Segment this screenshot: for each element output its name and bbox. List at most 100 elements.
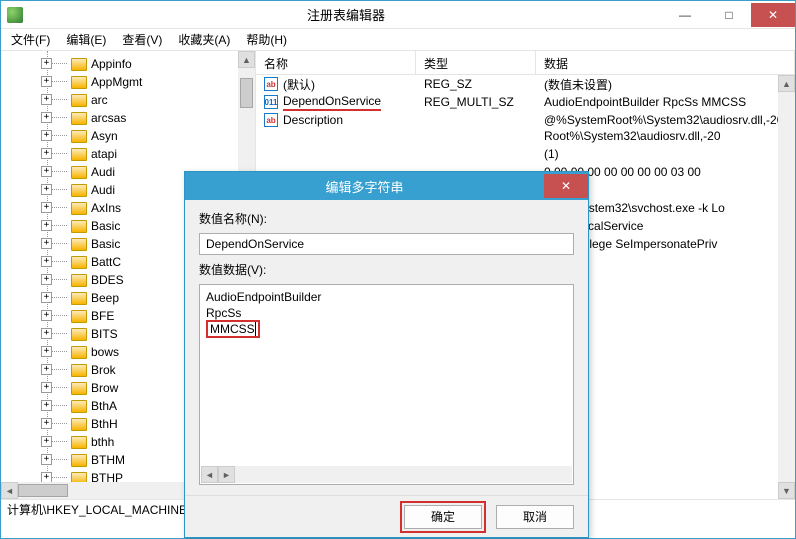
tree-item-label: Basic (91, 237, 120, 251)
folder-icon (71, 166, 87, 179)
expand-icon[interactable]: + (41, 112, 52, 123)
cancel-button[interactable]: 取消 (496, 505, 574, 529)
expand-icon[interactable]: + (41, 148, 52, 159)
list-vscroll[interactable]: ▲ ▼ (778, 75, 795, 499)
dialog-titlebar[interactable]: 编辑多字符串 ✕ (185, 172, 588, 200)
tree-item-label: Basic (91, 219, 120, 233)
scroll-up-icon[interactable]: ▲ (778, 75, 795, 92)
folder-icon (71, 274, 87, 287)
tree-item[interactable]: +Appinfo (71, 55, 255, 73)
value-data-textarea[interactable]: AudioEndpointBuilder RpcSs MMCSS ◄ ► (199, 284, 574, 485)
expand-icon[interactable]: + (41, 400, 52, 411)
value-data: AudioEndpointBuilder RpcSs MMCSS (536, 95, 795, 109)
value-type: REG_MULTI_SZ (416, 95, 536, 109)
expand-icon[interactable]: + (41, 76, 52, 87)
tree-item-label: bows (91, 345, 119, 359)
expand-icon[interactable]: + (41, 382, 52, 393)
menu-view[interactable]: 查看(V) (122, 31, 162, 48)
value-name-label: 数值名称(N): (199, 210, 574, 227)
scroll-right-icon[interactable]: ► (218, 466, 235, 483)
close-button[interactable]: ✕ (751, 3, 795, 27)
list-header: 名称 类型 数据 (256, 51, 795, 75)
value-name: DependOnService (283, 94, 381, 111)
expand-icon[interactable]: + (41, 238, 52, 249)
tree-item[interactable]: +atapi (71, 145, 255, 163)
tree-item-label: atapi (91, 147, 117, 161)
folder-icon (71, 418, 87, 431)
list-row[interactable]: 011DependOnServiceREG_MULTI_SZAudioEndpo… (256, 93, 795, 111)
list-row[interactable]: abDescription@%SystemRoot%\System32\audi… (256, 111, 795, 129)
folder-icon (71, 256, 87, 269)
scroll-left-icon[interactable]: ◄ (1, 482, 18, 499)
folder-icon (71, 94, 87, 107)
folder-icon (71, 76, 87, 89)
expand-icon[interactable]: + (41, 364, 52, 375)
tree-item[interactable]: +arc (71, 91, 255, 109)
textarea-hscroll[interactable]: ◄ ► (201, 466, 572, 483)
tree-item-label: BTHM (91, 453, 125, 467)
folder-icon (71, 184, 87, 197)
value-type: REG_SZ (416, 77, 536, 91)
value-data-fragment: Root%\System32\audiosrv.dll,-20 (544, 129, 795, 147)
dialog-title: 编辑多字符串 (185, 177, 544, 196)
minimize-button[interactable]: — (663, 3, 707, 27)
expand-icon[interactable]: + (41, 436, 52, 447)
tree-item-label: BITS (91, 327, 118, 341)
scroll-down-icon[interactable]: ▼ (778, 482, 795, 499)
data-line: RpcSs (206, 306, 241, 320)
maximize-button[interactable]: □ (707, 3, 751, 27)
expand-icon[interactable]: + (41, 256, 52, 267)
expand-icon[interactable]: + (41, 328, 52, 339)
expand-icon[interactable]: + (41, 292, 52, 303)
scroll-left-icon[interactable]: ◄ (201, 466, 218, 483)
edit-multistring-dialog: 编辑多字符串 ✕ 数值名称(N): 数值数据(V): AudioEndpoint… (184, 171, 589, 538)
tree-item[interactable]: +Asyn (71, 127, 255, 145)
expand-icon[interactable]: + (41, 202, 52, 213)
menu-favorites[interactable]: 收藏夹(A) (178, 31, 230, 48)
value-data-label: 数值数据(V): (199, 261, 574, 278)
expand-icon[interactable]: + (41, 58, 52, 69)
menubar: 文件(F) 编辑(E) 查看(V) 收藏夹(A) 帮助(H) (1, 29, 795, 51)
ok-button[interactable]: 确定 (404, 505, 482, 529)
expand-icon[interactable]: + (41, 418, 52, 429)
tree-item-label: Beep (91, 291, 119, 305)
tree-item-label: AppMgmt (91, 75, 142, 89)
folder-icon (71, 202, 87, 215)
expand-icon[interactable]: + (41, 310, 52, 321)
expand-icon[interactable]: + (41, 184, 52, 195)
folder-icon (71, 310, 87, 323)
scroll-thumb-h[interactable] (18, 484, 68, 497)
tree-item-label: Brok (91, 363, 116, 377)
folder-icon (71, 382, 87, 395)
list-row[interactable]: ab(默认)REG_SZ(数值未设置) (256, 75, 795, 93)
tree-item[interactable]: +AppMgmt (71, 73, 255, 91)
expand-icon[interactable]: + (41, 454, 52, 465)
tree-item[interactable]: +arcsas (71, 109, 255, 127)
folder-icon (71, 364, 87, 377)
folder-icon (71, 238, 87, 251)
col-header-data[interactable]: 数据 (536, 51, 795, 74)
expand-icon[interactable]: + (41, 274, 52, 285)
folder-icon (71, 112, 87, 125)
col-header-type[interactable]: 类型 (416, 51, 536, 74)
expand-icon[interactable]: + (41, 130, 52, 141)
tree-item-label: Asyn (91, 129, 118, 143)
col-header-name[interactable]: 名称 (256, 51, 416, 74)
value-data: (数值未设置) (536, 76, 795, 93)
menu-edit[interactable]: 编辑(E) (66, 31, 106, 48)
folder-icon (71, 148, 87, 161)
expand-icon[interactable]: + (41, 94, 52, 105)
menu-help[interactable]: 帮助(H) (246, 31, 287, 48)
tree-item-label: Audi (91, 183, 115, 197)
string-value-icon: ab (264, 77, 278, 91)
menu-file[interactable]: 文件(F) (11, 31, 50, 48)
dialog-close-button[interactable]: ✕ (544, 174, 588, 198)
scroll-up-icon[interactable]: ▲ (238, 51, 255, 68)
value-name-input[interactable] (199, 233, 574, 255)
scroll-thumb[interactable] (240, 78, 253, 108)
tree-item-label: BFE (91, 309, 114, 323)
expand-icon[interactable]: + (41, 220, 52, 231)
expand-icon[interactable]: + (41, 346, 52, 357)
expand-icon[interactable]: + (41, 166, 52, 177)
folder-icon (71, 130, 87, 143)
